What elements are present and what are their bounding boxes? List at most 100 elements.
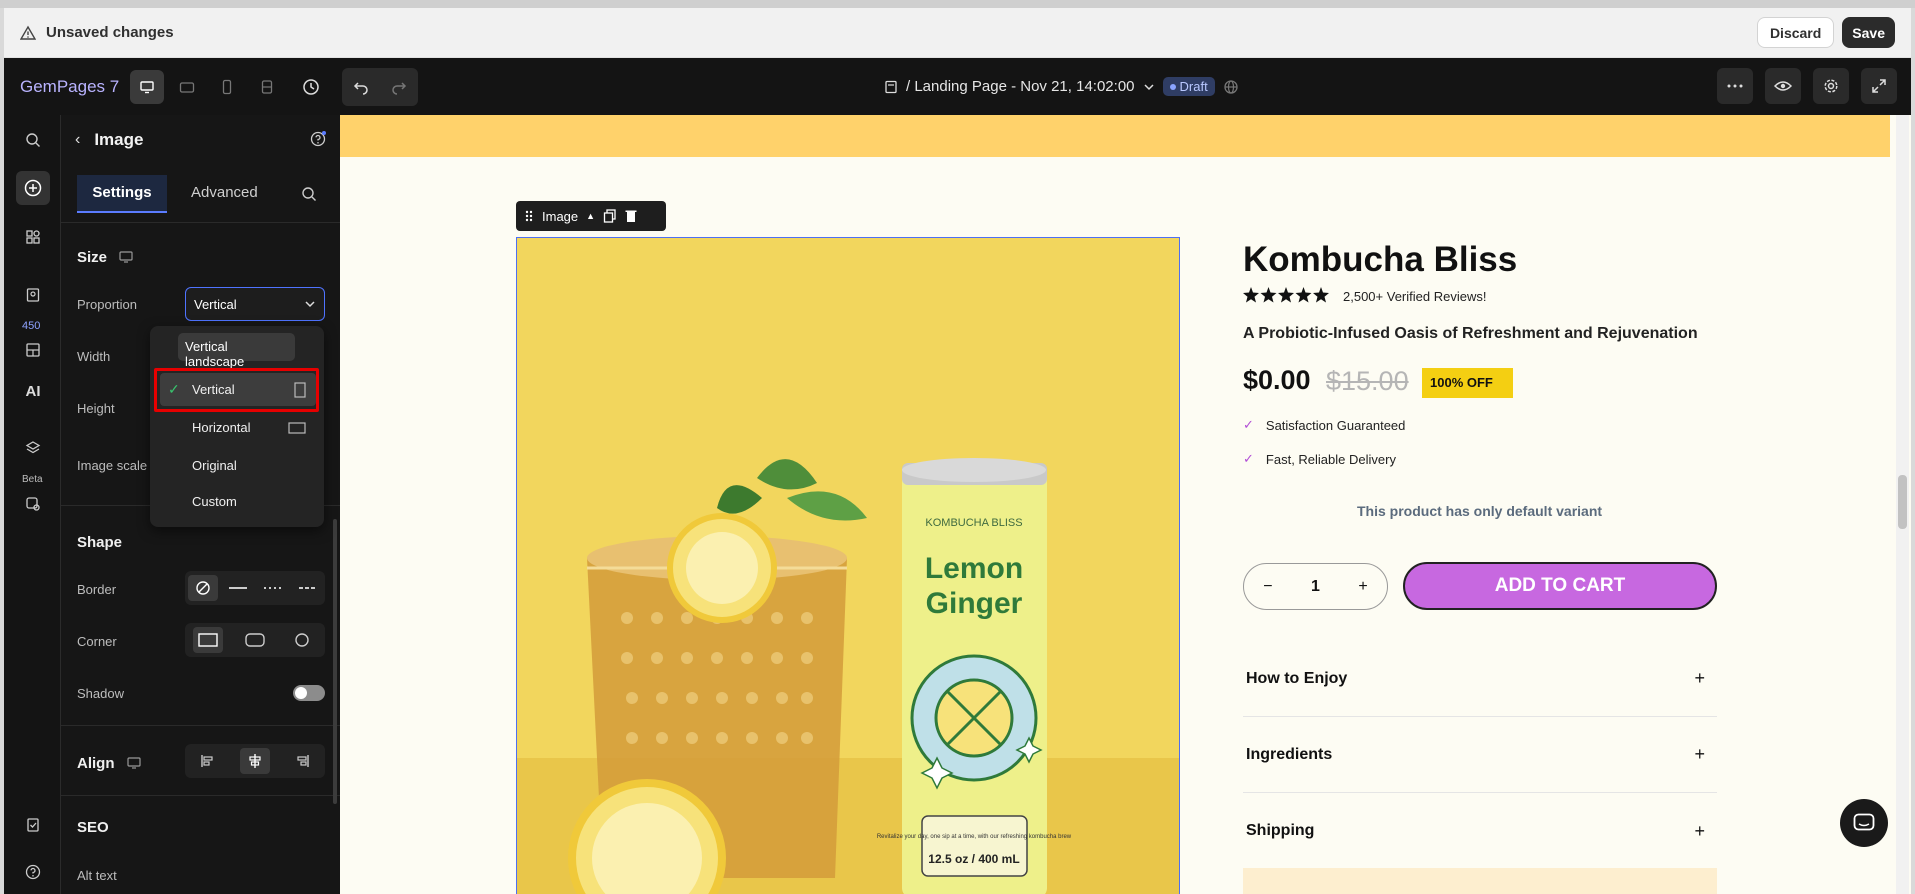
element-count-badge: 450 <box>22 320 41 332</box>
checklist-icon[interactable] <box>16 808 50 842</box>
pages-icon[interactable] <box>16 278 50 312</box>
image-element-toolbar: Image ▲ <box>516 201 666 231</box>
back-chevron-icon[interactable]: ‹ <box>75 131 80 149</box>
option-original[interactable]: Original <box>160 449 316 482</box>
preview-eye-icon[interactable] <box>1765 68 1801 104</box>
minus-icon[interactable]: − <box>1263 578 1272 596</box>
can-tagline: Revitalize your day, one sip at a time, … <box>877 834 1072 840</box>
page-selector[interactable]: / Landing Page - Nov 21, 14:02:00 Draft <box>884 58 1239 115</box>
rating-stars <box>1243 287 1329 303</box>
panel-scrollbar[interactable] <box>333 519 337 804</box>
shadow-toggle[interactable] <box>293 685 325 701</box>
border-style-control <box>185 571 325 605</box>
redo-icon[interactable] <box>380 68 418 106</box>
more-options-icon[interactable] <box>1717 68 1753 104</box>
desktop-device-icon[interactable] <box>130 69 164 104</box>
page-canvas: Image ▲ KOMBUCHA BLISS Lemon Ginger Revi… <box>340 115 1911 894</box>
height-label: Height <box>77 401 115 416</box>
square-corner-icon[interactable] <box>193 627 224 653</box>
globe-icon[interactable] <box>1223 79 1239 95</box>
undo-icon[interactable] <box>342 68 380 106</box>
proportion-label: Proportion <box>77 297 137 312</box>
chat-icon <box>1853 813 1875 831</box>
section-divider <box>61 795 340 796</box>
align-right-icon[interactable] <box>287 748 317 774</box>
accordion-shipping[interactable]: Shipping + <box>1243 793 1717 869</box>
option-horizontal[interactable]: Horizontal <box>160 411 316 444</box>
rounded-corner-icon[interactable] <box>240 627 270 653</box>
beta-label: Beta <box>22 474 43 485</box>
unsaved-changes-bar: Unsaved changes Discard Save <box>4 8 1911 58</box>
plus-icon: + <box>1694 744 1705 764</box>
can-brand-text: KOMBUCHA BLISS <box>925 517 1022 529</box>
option-custom[interactable]: Custom <box>160 485 316 518</box>
no-border-icon[interactable] <box>187 575 218 601</box>
help-icon[interactable] <box>16 855 50 889</box>
variant-note: This product has only default variant <box>1357 503 1603 519</box>
apps-icon[interactable] <box>16 220 50 254</box>
desktop-device-icon <box>127 757 141 769</box>
dashed-border-icon[interactable] <box>293 575 323 601</box>
plus-icon[interactable]: + <box>1358 578 1367 596</box>
sections-icon[interactable] <box>16 333 50 367</box>
solid-border-icon[interactable] <box>223 575 253 601</box>
product-tagline: A Probiotic-Infused Oasis of Refreshment… <box>1243 325 1698 342</box>
panel-header: ‹ Image <box>61 115 340 165</box>
can-volume: 12.5 oz / 400 mL <box>928 852 1019 866</box>
kombucha-illustration: KOMBUCHA BLISS Lemon Ginger Revitalize y… <box>517 238 1179 894</box>
image-toolbar-label[interactable]: Image <box>542 209 578 224</box>
discard-button[interactable]: Discard <box>1756 17 1835 48</box>
promo-block <box>1243 868 1717 894</box>
save-button[interactable]: Save <box>1842 17 1895 48</box>
align-left-icon[interactable] <box>193 748 223 774</box>
add-to-cart-button[interactable]: ADD TO CART <box>1403 562 1717 610</box>
drag-handle-icon[interactable] <box>524 210 534 222</box>
product-image[interactable]: KOMBUCHA BLISS Lemon Ginger Revitalize y… <box>516 237 1180 894</box>
accordion-ingredients[interactable]: Ingredients + <box>1243 717 1717 793</box>
circle-corner-icon[interactable] <box>287 627 317 653</box>
review-count: 2,500+ Verified Reviews! <box>1343 289 1487 304</box>
beta-feature-icon[interactable] <box>16 487 50 521</box>
status-badge: Draft <box>1162 77 1215 96</box>
shadow-label: Shadow <box>77 686 124 701</box>
caret-up-icon[interactable]: ▲ <box>586 211 595 221</box>
quantity-value[interactable]: 1 <box>1311 578 1320 596</box>
shape-section-title: Shape <box>77 534 123 551</box>
page-icon <box>885 80 897 93</box>
help-circle-icon[interactable] <box>310 131 326 147</box>
trash-icon[interactable] <box>625 209 637 223</box>
dotted-border-icon[interactable] <box>258 575 288 601</box>
search-icon[interactable] <box>301 186 317 202</box>
settings-gear-icon[interactable] <box>1813 68 1849 104</box>
feature-item: ✓ Fast, Reliable Delivery <box>1243 451 1396 467</box>
warning-icon <box>20 25 36 40</box>
alt-text-label: Alt text <box>77 868 117 883</box>
ai-icon[interactable]: AI <box>16 374 50 408</box>
fullscreen-icon[interactable] <box>1861 68 1897 104</box>
canvas-scrollbar[interactable] <box>1896 115 1909 894</box>
responsive-icon[interactable] <box>250 70 284 104</box>
duplicate-icon[interactable] <box>603 209 617 223</box>
mobile-device-icon[interactable] <box>210 70 244 104</box>
add-element-icon[interactable] <box>16 171 50 205</box>
accordion-how-to-enjoy[interactable]: How to Enjoy + <box>1243 641 1717 717</box>
desktop-device-icon <box>119 251 133 263</box>
layers-icon[interactable] <box>16 431 50 465</box>
top-banner-band <box>340 115 1890 157</box>
star-rating-icon <box>1243 287 1329 303</box>
search-icon[interactable] <box>16 123 50 157</box>
history-icon[interactable] <box>294 70 328 104</box>
align-section-title: Align <box>77 755 141 772</box>
highlight-box <box>154 368 319 412</box>
proportion-select[interactable]: Vertical <box>185 287 325 321</box>
section-divider <box>61 725 340 726</box>
tab-settings[interactable]: Settings <box>77 175 167 213</box>
option-tooltip: Vertical landscape <box>178 333 295 369</box>
tablet-landscape-icon[interactable] <box>170 70 204 104</box>
chat-support-button[interactable] <box>1840 799 1888 847</box>
tab-advanced[interactable]: Advanced <box>191 175 258 213</box>
chevron-down-icon <box>1143 83 1154 90</box>
can-flavor-line2: Ginger <box>926 587 1023 620</box>
align-center-icon[interactable] <box>239 748 270 774</box>
left-icon-rail: 450 AI Beta <box>4 115 61 894</box>
